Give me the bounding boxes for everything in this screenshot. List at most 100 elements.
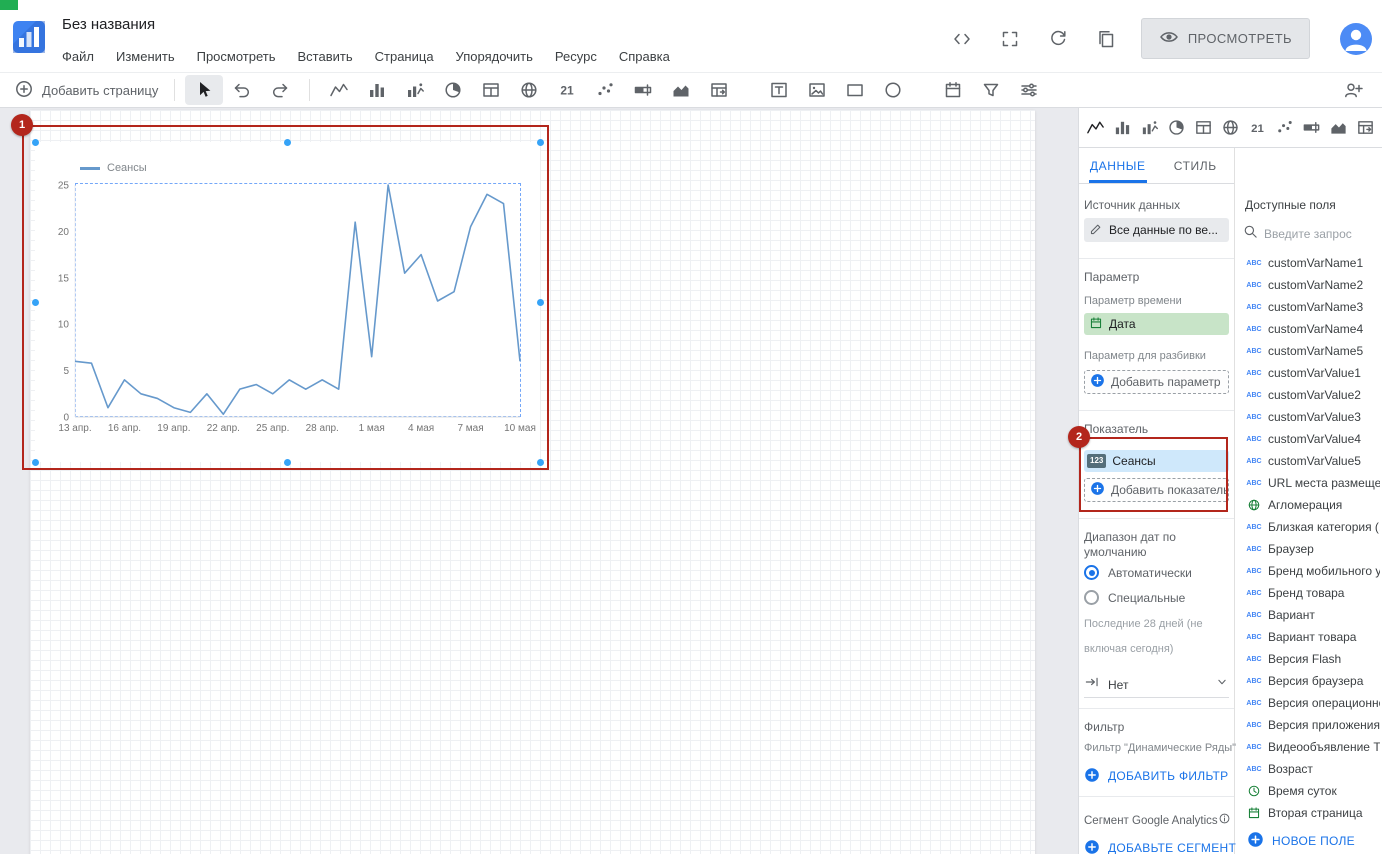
date-dimension-chip[interactable]: Дата <box>1084 313 1229 335</box>
menu-item-2[interactable]: Просмотреть <box>186 44 287 69</box>
text-tool-button[interactable] <box>760 75 798 105</box>
pie-chart-button[interactable] <box>434 75 472 105</box>
bar-chart-button[interactable] <box>358 75 396 105</box>
date-range-button[interactable] <box>934 75 972 105</box>
field-item-9[interactable]: ABC customVarValue5 <box>1235 450 1382 472</box>
scorecard-button[interactable]: 21 <box>548 75 586 105</box>
bullet-chart-button[interactable] <box>624 75 662 105</box>
menu-item-7[interactable]: Справка <box>608 44 681 69</box>
panel-area-chart-icon[interactable] <box>1325 113 1352 143</box>
field-item-20[interactable]: ABCВерсия операционно... <box>1235 692 1382 714</box>
menu-item-6[interactable]: Ресурс <box>544 44 608 69</box>
new-field-button[interactable]: НОВОЕ ПОЛЕ <box>1235 828 1382 854</box>
geo-chart-button[interactable] <box>510 75 548 105</box>
menu-item-0[interactable]: Файл <box>51 44 105 69</box>
panel-combo-chart-icon[interactable] <box>1136 113 1163 143</box>
fullscreen-icon[interactable] <box>997 26 1023 52</box>
field-item-6[interactable]: ABC customVarValue2 <box>1235 384 1382 406</box>
resize-handle[interactable] <box>284 138 291 146</box>
add-filter-button[interactable]: ДОБАВИТЬ ФИЛЬТР <box>1084 766 1229 786</box>
add-metric-chip[interactable]: Добавить показатель <box>1084 478 1229 502</box>
table-chart-button[interactable] <box>472 75 510 105</box>
code-icon[interactable] <box>949 26 975 52</box>
field-item-3[interactable]: ABC customVarName4 <box>1235 318 1382 340</box>
resize-handle[interactable] <box>536 138 544 146</box>
panel-scatter-chart-icon[interactable] <box>1271 113 1298 143</box>
refresh-icon[interactable] <box>1045 26 1071 52</box>
info-icon[interactable] <box>1218 812 1231 830</box>
time-series-chart-button[interactable] <box>320 75 358 105</box>
menu-item-1[interactable]: Изменить <box>105 44 186 69</box>
metric-chip[interactable]: 123 Сеансы <box>1084 450 1229 472</box>
report-canvas[interactable]: Сеансы 0 5 10 15 20 25 13 апр. 16 апр. 19 апр. 22… <box>0 108 1078 854</box>
panel-pivot-table-icon[interactable] <box>1352 113 1379 143</box>
resize-handle[interactable] <box>536 458 544 466</box>
resize-handle[interactable] <box>31 298 39 306</box>
pivot-table-button[interactable] <box>700 75 738 105</box>
field-search-input[interactable] <box>1264 227 1378 241</box>
field-item-24[interactable]: Время суток <box>1235 780 1382 802</box>
undo-button[interactable] <box>223 75 261 105</box>
image-tool-button[interactable] <box>798 75 836 105</box>
resize-handle[interactable] <box>536 298 544 306</box>
field-item-22[interactable]: ABCВидеообъявление Tr... <box>1235 736 1382 758</box>
select-tool-button[interactable] <box>185 75 224 105</box>
resize-handle[interactable] <box>284 458 291 466</box>
view-button[interactable]: ПРОСМОТРЕТЬ <box>1140 18 1310 59</box>
field-item-17[interactable]: ABC Вариант товара <box>1235 626 1382 648</box>
field-item-18[interactable]: ABC Версия Flash <box>1235 648 1382 670</box>
field-item-15[interactable]: ABC Бренд товара <box>1235 582 1382 604</box>
menu-item-5[interactable]: Упорядочить <box>445 44 544 69</box>
tab-style[interactable]: СТИЛЬ <box>1157 148 1235 183</box>
add-person-button[interactable] <box>1334 75 1372 105</box>
field-item-19[interactable]: ABC Версия браузера <box>1235 670 1382 692</box>
add-page-button[interactable]: Добавить страницу <box>14 79 158 102</box>
field-item-11[interactable]: Агломерация <box>1235 494 1382 516</box>
field-item-10[interactable]: ABC URL места размеще... <box>1235 472 1382 494</box>
field-item-16[interactable]: ABC Вариант <box>1235 604 1382 626</box>
filter-tool-button[interactable] <box>972 75 1010 105</box>
rect-tool-button[interactable] <box>836 75 874 105</box>
menu-item-3[interactable]: Вставить <box>287 44 364 69</box>
field-item-8[interactable]: ABC customVarValue4 <box>1235 428 1382 450</box>
redo-button[interactable] <box>261 75 299 105</box>
menu-item-4[interactable]: Страница <box>364 44 445 69</box>
field-item-21[interactable]: ABC Версия приложения <box>1235 714 1382 736</box>
tab-data[interactable]: ДАННЫЕ <box>1079 148 1157 183</box>
field-item-13[interactable]: ABC Браузер <box>1235 538 1382 560</box>
field-item-2[interactable]: ABC customVarName3 <box>1235 296 1382 318</box>
area-chart-button[interactable] <box>662 75 700 105</box>
panel-pie-chart-icon[interactable] <box>1163 113 1190 143</box>
panel-time-series-chart-icon[interactable] <box>1082 113 1109 143</box>
date-range-radio-1[interactable]: Специальные <box>1084 585 1229 610</box>
field-item-0[interactable]: ABC customVarName1 <box>1235 252 1382 274</box>
field-item-4[interactable]: ABC customVarName5 <box>1235 340 1382 362</box>
scatter-chart-button[interactable] <box>586 75 624 105</box>
panel-bar-chart-icon[interactable] <box>1109 113 1136 143</box>
panel-table-chart-icon[interactable] <box>1190 113 1217 143</box>
comparison-dropdown[interactable]: Нет <box>1084 672 1229 698</box>
field-item-12[interactable]: ABC Близкая категория (... <box>1235 516 1382 538</box>
data-control-button[interactable] <box>1010 75 1048 105</box>
copy-icon[interactable] <box>1093 26 1119 52</box>
field-item-25[interactable]: Вторая страница <box>1235 802 1382 824</box>
combo-chart-button[interactable] <box>396 75 434 105</box>
date-range-radio-0[interactable]: Автоматически <box>1084 560 1229 585</box>
add-parameter-chip[interactable]: Добавить параметр <box>1084 370 1229 394</box>
data-source-chip[interactable]: Все данные по ве... <box>1084 218 1229 242</box>
add-segment-button[interactable]: ДОБАВЬТЕ СЕГМЕНТ <box>1084 838 1236 854</box>
field-item-5[interactable]: ABC customVarValue1 <box>1235 362 1382 384</box>
field-item-14[interactable]: ABC Бренд мобильного у... <box>1235 560 1382 582</box>
circle-tool-button[interactable] <box>874 75 912 105</box>
report-title[interactable]: Без названия <box>62 16 155 33</box>
resize-handle[interactable] <box>31 138 39 146</box>
field-item-23[interactable]: ABC Возраст <box>1235 758 1382 780</box>
field-item-7[interactable]: ABC customVarValue3 <box>1235 406 1382 428</box>
avatar[interactable] <box>1340 22 1372 55</box>
panel-geo-chart-icon[interactable] <box>1217 113 1244 143</box>
data-studio-logo-icon[interactable] <box>12 20 46 54</box>
resize-handle[interactable] <box>31 458 39 466</box>
field-item-1[interactable]: ABC customVarName2 <box>1235 274 1382 296</box>
panel-bullet-chart-icon[interactable] <box>1298 113 1325 143</box>
panel-scorecard-icon[interactable]: 21 <box>1244 113 1271 143</box>
